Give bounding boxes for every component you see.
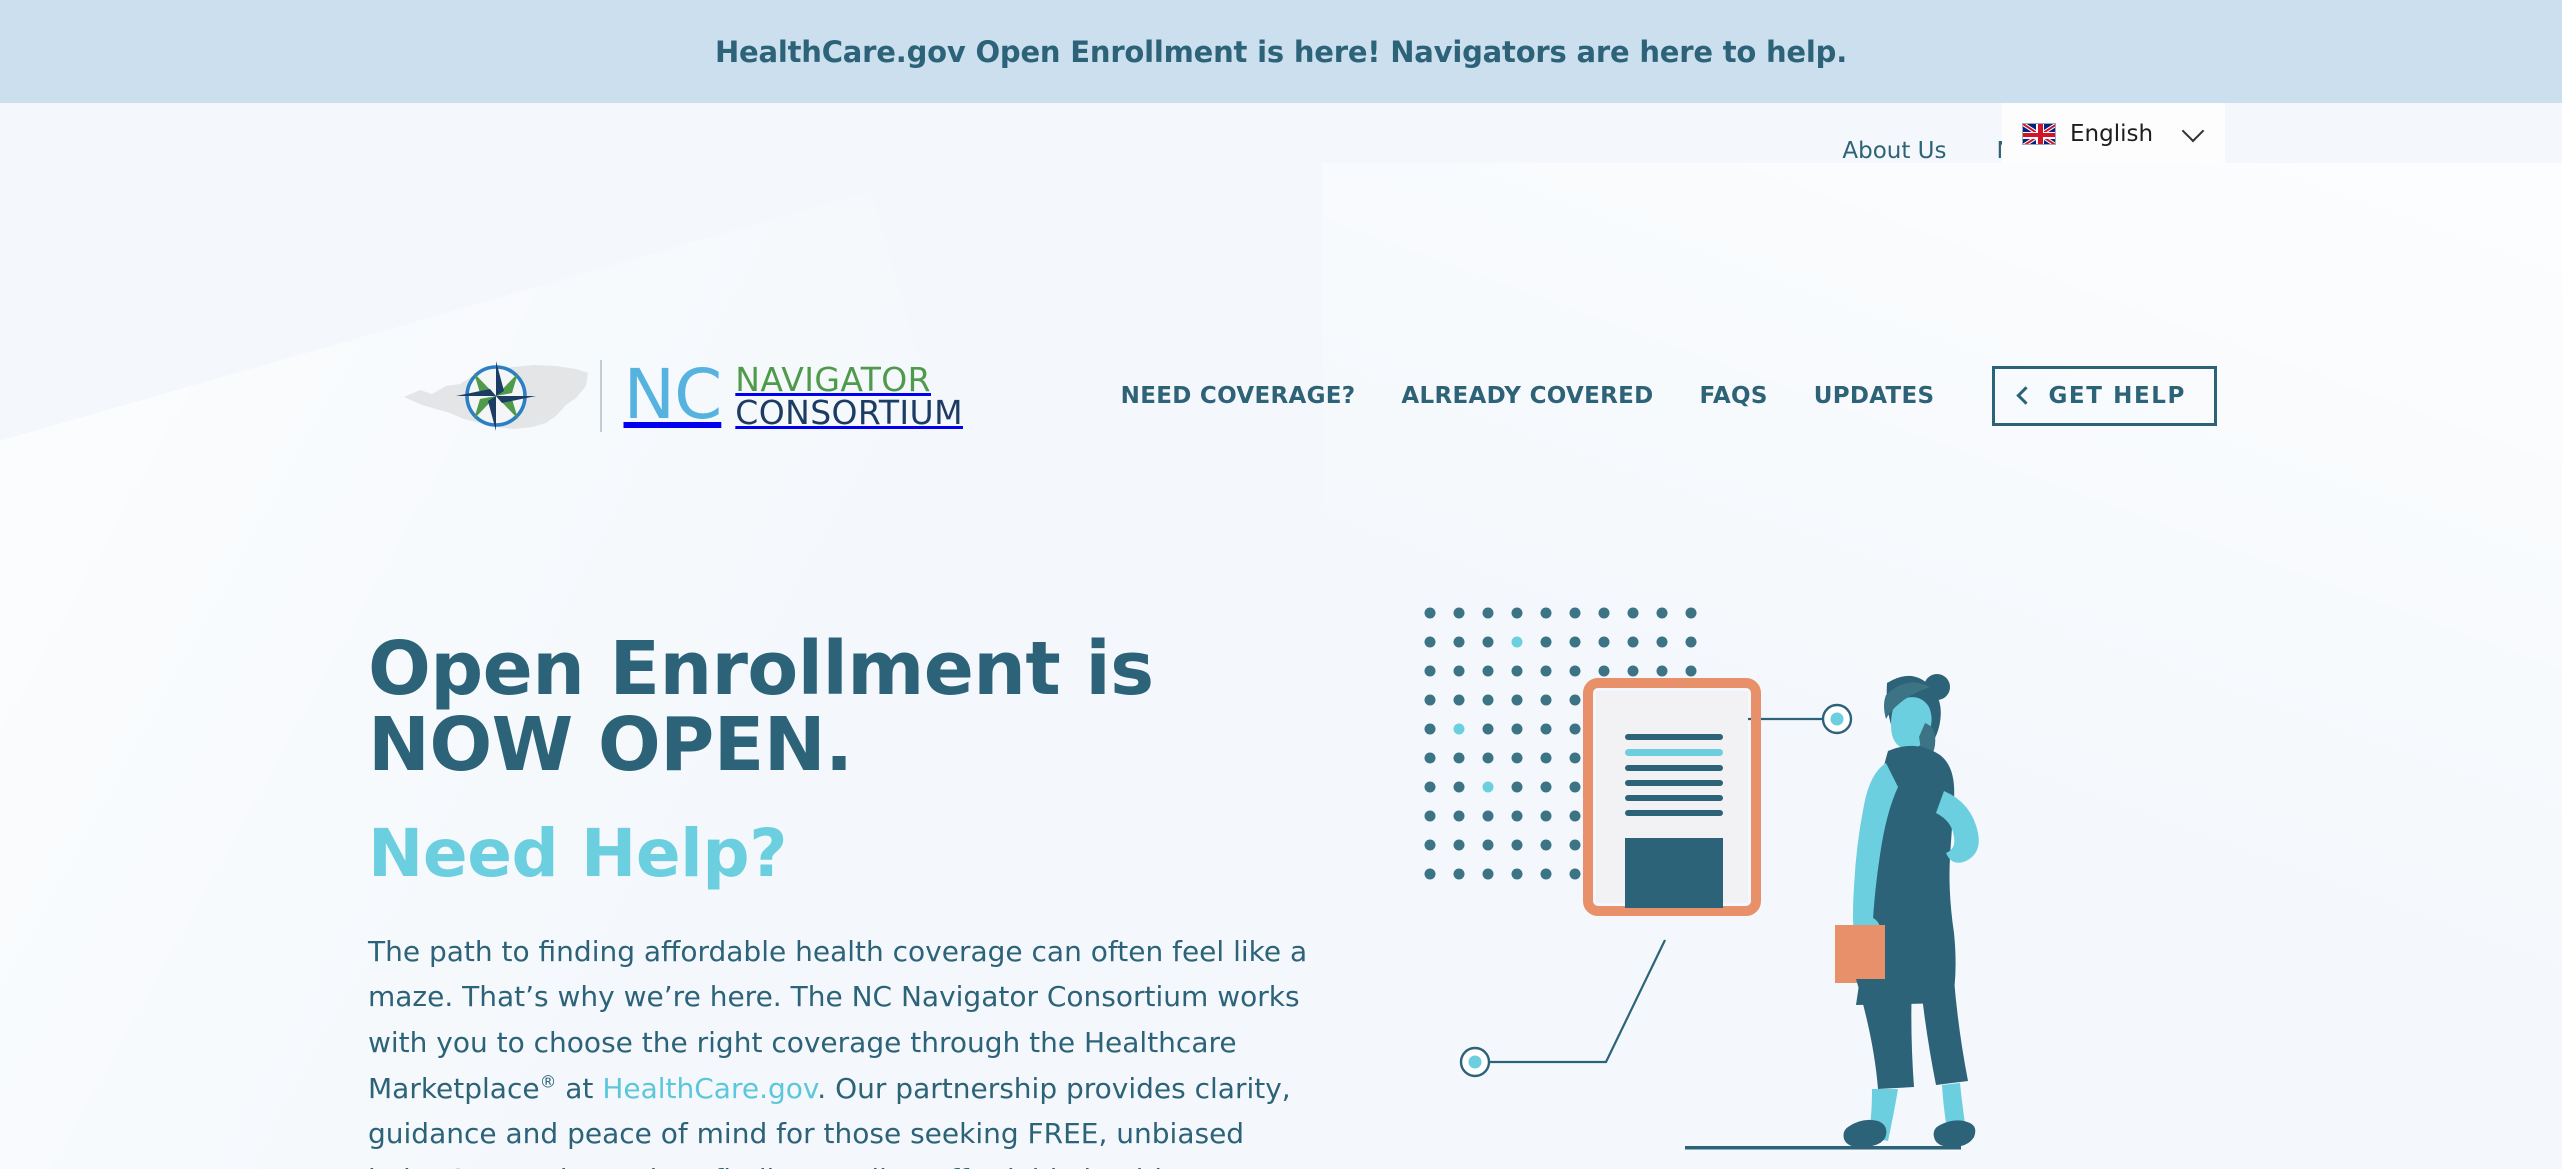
healthcare-gov-link[interactable]: HealthCare.gov [602, 1072, 817, 1105]
utility-link-about-us[interactable]: About Us [1842, 138, 1946, 164]
logo-nc-text: NC [623, 354, 723, 435]
get-help-label: GET HELP [2048, 382, 2186, 409]
language-selector[interactable]: English [2002, 103, 2225, 165]
nav-link-already-covered[interactable]: ALREADY COVERED [1401, 383, 1653, 409]
hero-title-line-1: Open Enrollment is [368, 626, 1154, 712]
logo-divider [600, 359, 602, 432]
registered-trademark-mark: ® [539, 1071, 557, 1092]
hero-subtitle: Need Help? [368, 815, 788, 893]
logo-navigator-text: NAVIGATOR [735, 359, 931, 399]
hero-illustration [1424, 607, 1979, 1150]
hero-section: Open Enrollment is NOW OPEN. Need Help? … [368, 631, 1388, 1169]
uk-flag-icon [2022, 123, 2056, 145]
figure-ground-line [1685, 1146, 1961, 1150]
document-image-block [1625, 838, 1723, 908]
page-title: Open Enrollment is NOW OPEN. [368, 631, 1168, 783]
get-help-button[interactable]: GET HELP [1992, 365, 2217, 426]
announcement-text: HealthCare.gov Open Enrollment is here! … [714, 34, 1848, 69]
connector-node-top-right [1821, 703, 1853, 735]
page-body: About Us News Volunteer English [0, 103, 2562, 1169]
document-highlight-line [1625, 749, 1723, 756]
hero-paragraph-part-2: at [556, 1071, 603, 1105]
figure-leg-left-pant [1856, 979, 1914, 1089]
hero-title-line-2: NOW OPEN. [368, 702, 853, 789]
nc-compass-map-icon [404, 360, 588, 431]
document-card [1583, 678, 1761, 916]
figure-leg-right-pant [1920, 979, 1968, 1085]
connector-node-bottom-left [1459, 1046, 1491, 1078]
figure-shoe-right [1933, 1120, 1976, 1147]
figure-shoe-left [1843, 1119, 1887, 1148]
site-logo[interactable]: NC NAVIGATOR CONSORTIUM [400, 353, 963, 439]
main-nav: NEED COVERAGE? ALREADY COVERED FAQS UPDA… [1121, 365, 2217, 426]
chevron-down-icon [2181, 119, 2205, 143]
logo-consortium-text: CONSORTIUM [735, 392, 963, 432]
language-selector-label: English [2070, 121, 2154, 147]
nav-link-need-coverage[interactable]: NEED COVERAGE? [1121, 383, 1356, 409]
figure-bag [1835, 925, 1885, 983]
chevron-left-icon [2016, 386, 2036, 405]
hero-paragraph: The path to finding affordable health co… [368, 929, 1308, 1169]
nav-link-updates[interactable]: UPDATES [1814, 383, 1935, 409]
nav-link-faqs[interactable]: FAQS [1700, 383, 1768, 409]
dot-grid-accent-dots [1453, 636, 1523, 793]
announcement-banner: HealthCare.gov Open Enrollment is here! … [0, 0, 2562, 103]
site-header: NC NAVIGATOR CONSORTIUM NEED COVERAGE? A… [0, 343, 2562, 448]
